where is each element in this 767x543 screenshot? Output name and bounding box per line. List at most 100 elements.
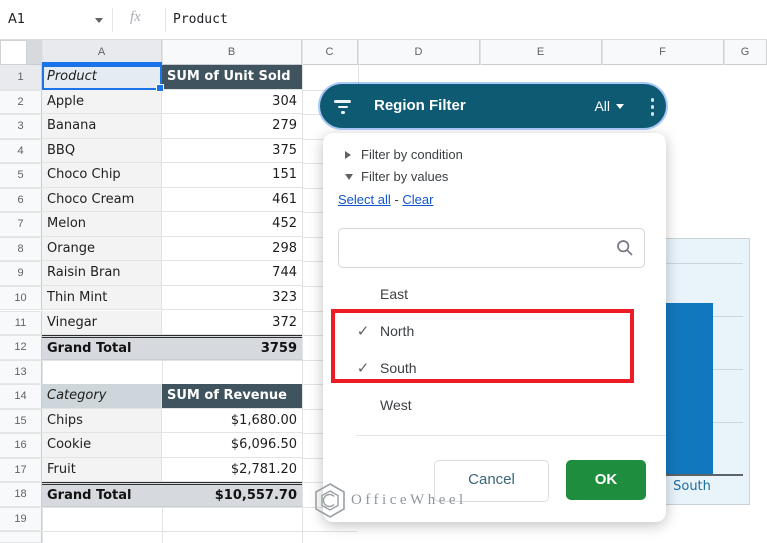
row-header-15[interactable]: 15 <box>0 408 42 434</box>
expand-arrow-icon <box>345 150 355 159</box>
cell-b8[interactable]: 298 <box>162 236 302 262</box>
cell-b16[interactable]: $6,096.50 <box>162 433 302 458</box>
column-header-c[interactable]: C <box>302 40 358 65</box>
officewheel-logo-icon <box>315 483 345 518</box>
divider <box>112 8 113 32</box>
chart-x-axis <box>655 474 743 476</box>
row-header-8[interactable]: 8 <box>0 236 42 262</box>
column-header-e[interactable]: E <box>480 40 602 65</box>
grand-total-value: 3759 <box>260 341 297 357</box>
filter-value-east[interactable]: East <box>323 275 666 312</box>
cell-a10[interactable]: Thin Mint <box>42 285 162 311</box>
cell-a7[interactable]: Melon <box>42 212 162 237</box>
cell-a6[interactable]: Choco Cream <box>42 187 162 213</box>
grand-total-row-12[interactable]: Grand Total 3759 <box>42 335 302 360</box>
cell-b11[interactable]: 372 <box>162 310 302 336</box>
cell-b14[interactable]: SUM of Revenue <box>162 384 302 409</box>
cell-b10[interactable]: 323 <box>162 285 302 311</box>
row-header-14[interactable]: 14 <box>0 384 42 409</box>
divider <box>356 435 666 436</box>
column-header-g[interactable]: G <box>724 40 767 65</box>
row-header-7[interactable]: 7 <box>0 212 42 237</box>
fill-handle[interactable] <box>156 84 164 92</box>
grand-total-row-18[interactable]: Grand Total $10,557.70 <box>42 482 302 507</box>
search-input[interactable] <box>349 233 613 263</box>
filter-scope-dropdown[interactable]: All <box>594 84 624 128</box>
row-header-10[interactable]: 10 <box>0 285 42 311</box>
row-header-18[interactable]: 18 <box>0 482 42 507</box>
column-header-d[interactable]: D <box>358 40 480 65</box>
gridline-v <box>602 40 603 65</box>
row-header-2[interactable]: 2 <box>0 89 42 115</box>
cell-b1[interactable]: SUM of Unit Sold <box>162 65 302 90</box>
cell-a14[interactable]: Category <box>42 384 162 409</box>
row-header-19[interactable]: 19 <box>0 506 42 532</box>
select-all-link[interactable]: Select all <box>338 192 391 207</box>
value-search-box[interactable] <box>338 228 645 268</box>
column-header-f[interactable]: F <box>602 40 724 65</box>
filter-by-condition-expander[interactable]: Filter by condition <box>345 147 463 162</box>
watermark: OfficeWheel <box>313 482 467 519</box>
region-filter-pill[interactable]: Region Filter All <box>320 84 666 128</box>
link-separator: - <box>394 192 399 207</box>
cell-a8[interactable]: Orange <box>42 236 162 262</box>
search-icon <box>617 240 633 256</box>
cell-b5[interactable]: 151 <box>162 163 302 188</box>
cell-a15[interactable]: Chips <box>42 408 162 434</box>
gridline-v <box>724 40 725 65</box>
cell-a3[interactable]: Banana <box>42 114 162 139</box>
cell-b4[interactable]: 375 <box>162 138 302 164</box>
filter-title: Region Filter <box>374 97 466 114</box>
gridline-h <box>0 506 358 508</box>
grand-total-value: $10,557.70 <box>214 488 297 504</box>
cell-b6[interactable]: 461 <box>162 187 302 213</box>
cell-b9[interactable]: 744 <box>162 261 302 286</box>
row-header-3[interactable]: 3 <box>0 114 42 139</box>
filter-value-west[interactable]: West <box>323 386 666 423</box>
row-header-4[interactable]: 4 <box>0 138 42 164</box>
name-box-caret-icon[interactable] <box>95 18 103 27</box>
filter-by-values-expander[interactable]: Filter by values <box>345 169 448 184</box>
cell-a4[interactable]: BBQ <box>42 138 162 164</box>
row-header-5[interactable]: 5 <box>0 163 42 188</box>
column-header-b[interactable]: B <box>162 40 302 65</box>
watermark-text: OfficeWheel <box>351 492 467 508</box>
bar-chart[interactable]: South <box>654 238 750 505</box>
row-header-17[interactable]: 17 <box>0 457 42 483</box>
cell-a17[interactable]: Fruit <box>42 457 162 483</box>
cell-b7[interactable]: 452 <box>162 212 302 237</box>
row-header-6[interactable]: 6 <box>0 187 42 213</box>
cell-a9[interactable]: Raisin Bran <box>42 261 162 286</box>
filter-scope-value: All <box>594 98 610 114</box>
active-cell-border <box>42 65 162 90</box>
fx-icon: fx <box>130 9 141 25</box>
kebab-menu-icon[interactable] <box>650 98 654 116</box>
name-box[interactable]: A1 <box>8 12 25 27</box>
formula-input[interactable]: Product <box>173 12 228 27</box>
row-header-16[interactable]: 16 <box>0 433 42 458</box>
row-header-11[interactable]: 11 <box>0 310 42 336</box>
chart-gridline <box>655 263 743 264</box>
cell-b3[interactable]: 279 <box>162 114 302 139</box>
ok-button[interactable]: OK <box>566 460 646 500</box>
row-header-1[interactable]: 1 <box>0 65 42 90</box>
select-all-corner[interactable] <box>0 40 27 65</box>
cell-a11[interactable]: Vinegar <box>42 310 162 336</box>
cell-a5[interactable]: Choco Chip <box>42 163 162 188</box>
row-header-12[interactable]: 12 <box>0 335 42 360</box>
chevron-down-icon <box>616 103 624 113</box>
cell-a2[interactable]: Apple <box>42 89 162 115</box>
cell-a16[interactable]: Cookie <box>42 433 162 458</box>
spreadsheet-screen: A1 fx Product A B C D E F G 1 2 3 4 5 6 7 8 9 10 11 12 13 14… <box>0 0 767 543</box>
filter-value-label: West <box>380 396 412 413</box>
row-header-partial <box>0 531 42 543</box>
clear-link[interactable]: Clear <box>402 192 433 207</box>
cell-b17[interactable]: $2,781.20 <box>162 457 302 483</box>
row-header-9[interactable]: 9 <box>0 261 42 286</box>
filter-links: Select all - Clear <box>338 192 433 207</box>
corner-shade <box>27 40 42 65</box>
cell-b15[interactable]: $1,680.00 <box>162 408 302 434</box>
gridline-h <box>0 359 358 361</box>
row-header-13[interactable]: 13 <box>0 359 42 385</box>
cell-b2[interactable]: 304 <box>162 89 302 115</box>
